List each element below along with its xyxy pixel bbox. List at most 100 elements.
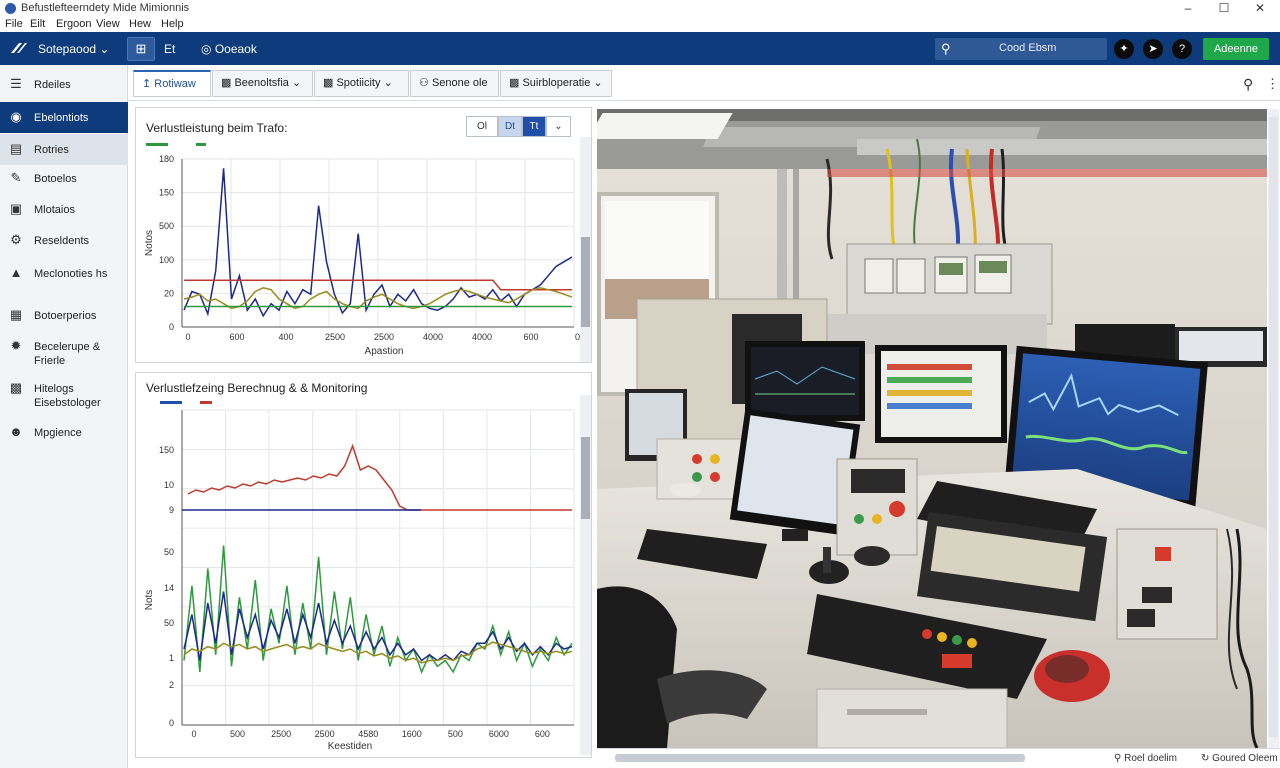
x-tick-label: 2500 — [271, 729, 291, 739]
chevron-down-icon: ⌄ — [291, 77, 302, 89]
y-tick-label: 0 — [169, 322, 174, 332]
menu-ergoon[interactable]: Ergoon — [56, 18, 91, 30]
y-tick-label: 9 — [169, 505, 174, 515]
y-tick-label: 150 — [159, 188, 174, 198]
chevron-down-icon: ⌄ — [383, 77, 393, 89]
tab-rotiwaw[interactable]: ↥ Rotiwaw — [133, 70, 211, 97]
sidebar-item-botoelos[interactable]: ✎ Botoelos — [0, 163, 128, 194]
y-tick-label: 500 — [159, 221, 174, 231]
doc-icon: ▩ — [323, 77, 334, 89]
chart-icon: ▲ — [9, 265, 23, 280]
x-tick-label: 400 — [278, 332, 293, 342]
doc-icon: ▩ — [221, 77, 232, 89]
x-tick-label: 500 — [230, 729, 245, 739]
horizontal-scrollbar[interactable] — [615, 754, 1025, 762]
y-tick-label: 180 — [159, 154, 174, 164]
y-axis-label: Notos — [144, 230, 155, 256]
pin-icon: ⚲ — [1114, 753, 1122, 764]
bottom-chart-scrollbar[interactable] — [580, 395, 591, 755]
x-tick-label: 500 — [448, 729, 463, 739]
menu-edit[interactable]: Eilt — [30, 18, 45, 30]
minimize-button[interactable]: – — [1171, 0, 1205, 17]
sidebar-item-hitelogs[interactable]: ▩ Hitelogs Eisebstologer — [0, 373, 128, 415]
user-icon[interactable]: ✦ — [1114, 39, 1134, 59]
sidebar-item-mlotaios[interactable]: ▣ Mlotaios — [0, 194, 128, 225]
top-line-chart: 0 20 100 500 150 180 0 600 400 2500 2500 4000 4000 60… — [144, 143, 581, 357]
x-tick-label: 1600 — [402, 729, 422, 739]
menu-hew[interactable]: Hew — [129, 18, 151, 30]
view-button-ol[interactable]: Ol — [466, 116, 498, 137]
help-icon[interactable]: ? — [1172, 39, 1192, 59]
sidebar-item-mpgience[interactable]: ☻ Mpgience — [0, 417, 128, 448]
app-icon — [5, 3, 16, 14]
y-tick-label: 14 — [164, 583, 174, 593]
scrollbar-thumb[interactable] — [1269, 117, 1278, 737]
close-button[interactable]: ✕ — [1243, 0, 1277, 17]
y-tick-label: 10 — [164, 480, 174, 490]
target-icon: ◎ — [201, 42, 212, 56]
top-chart-scrollbar[interactable] — [580, 137, 591, 362]
sidebar-item-reseldents[interactable]: ⚙ Reseldents — [0, 225, 128, 256]
legend-swatch — [146, 143, 168, 146]
menu-file[interactable]: File — [5, 18, 23, 30]
y-tick-label: 100 — [159, 255, 174, 265]
x-tick-label: 600 — [523, 332, 538, 342]
maximize-button[interactable]: ☐ — [1207, 0, 1241, 17]
view-button-dt[interactable]: Dt — [498, 116, 522, 137]
top-chart-title: Verlustleistung beim Trafo: — [146, 121, 288, 135]
status-item-1: ⚲ Roel doelim — [1114, 753, 1177, 764]
layout-toggle-button[interactable]: ⊞ — [127, 37, 155, 61]
search-icon: ⚲ — [941, 41, 951, 56]
bottom-line-chart: 0500250025004580160050060006001391015002… — [144, 401, 581, 752]
chevron-down-icon: ⌄ — [593, 77, 603, 89]
pin-icon[interactable]: ➤ — [1143, 39, 1163, 59]
action-button[interactable]: Adeenne — [1203, 38, 1269, 60]
search-field[interactable]: ⚲ Cood Ebsm — [935, 38, 1107, 60]
doc-icon: ▩ — [9, 380, 23, 395]
more-icon[interactable]: ⋮ — [1266, 76, 1279, 92]
view-button-tt[interactable]: Tt — [522, 116, 546, 137]
photo-scrollbar[interactable] — [1268, 109, 1279, 748]
scrollbar-thumb[interactable] — [581, 437, 590, 519]
legend-swatch — [160, 401, 182, 404]
tab-suirbloperatie[interactable]: ▩ Suirbloperatie ⌄ — [500, 70, 612, 97]
menu-view[interactable]: View — [96, 18, 120, 30]
sidebar-item-ebelontiots[interactable]: ◉ Ebelontiots — [0, 102, 128, 133]
control-room-photo — [597, 109, 1267, 748]
x-tick-label: 4580 — [358, 729, 378, 739]
workspace-selector[interactable]: Sotepaood ⌄ — [38, 42, 109, 56]
x-tick-label: 6000 — [489, 729, 509, 739]
chart-line-icon: ↥ — [142, 78, 152, 90]
x-tick-label: 600 — [535, 729, 550, 739]
sidebar-item-rdeiles[interactable]: ☰ Rdeiles — [0, 69, 128, 100]
tab-spotiicity[interactable]: ▩ Spotiicity ⌄ — [314, 70, 409, 97]
sidebar-item-botoerperios[interactable]: ▦ Botoerperios — [0, 300, 128, 331]
tab-senone[interactable]: ⚇ Senone ole — [410, 70, 499, 97]
sidebar-item-becelerupe[interactable]: ✹ Becelerupe & Frierle — [0, 331, 128, 373]
search-icon[interactable]: ⚲ — [1243, 76, 1253, 93]
panel-icon: ▣ — [9, 201, 23, 216]
y-tick-label: 2 — [169, 680, 174, 690]
logo-icon — [11, 43, 27, 53]
legend-swatch — [200, 401, 212, 404]
view-dropdown-button[interactable]: ⌄ — [546, 116, 571, 137]
x-axis-label: Keestiden — [328, 741, 372, 752]
overview-button[interactable]: ◎ Ooeaok — [201, 42, 257, 56]
x-tick-label: 0 — [185, 332, 190, 342]
x-axis-label: Apastion — [365, 346, 404, 357]
tools-icon: ⚙ — [10, 232, 22, 247]
title-bar: Befustlefteerndety Mide Mimionnis – ☐ ✕ — [0, 0, 1280, 17]
tab-beenoltsfia[interactable]: ▩ Beenoltsfia ⌄ — [212, 70, 313, 97]
scrollbar-thumb[interactable] — [581, 237, 590, 327]
y-tick-label: 1 — [169, 653, 174, 663]
menu-help[interactable]: Help — [161, 18, 184, 30]
main-toolbar: Sotepaood ⌄ ⊞ Et ◎ Ooeaok ⚲ Cood Ebsm ✦ … — [0, 32, 1280, 65]
sidebar-item-rotries[interactable]: ▤ Rotries — [0, 134, 128, 165]
doc-icon: ▩ — [509, 77, 520, 89]
y-tick-label: 0 — [169, 718, 174, 728]
y-tick-label: 150 — [159, 445, 174, 455]
sidebar-item-meclonoties[interactable]: ▲ Meclonoties hs — [0, 258, 128, 300]
y-axis-label: Nots — [144, 590, 155, 611]
x-tick-label: 2500 — [315, 729, 335, 739]
et-button[interactable]: Et — [164, 42, 175, 56]
